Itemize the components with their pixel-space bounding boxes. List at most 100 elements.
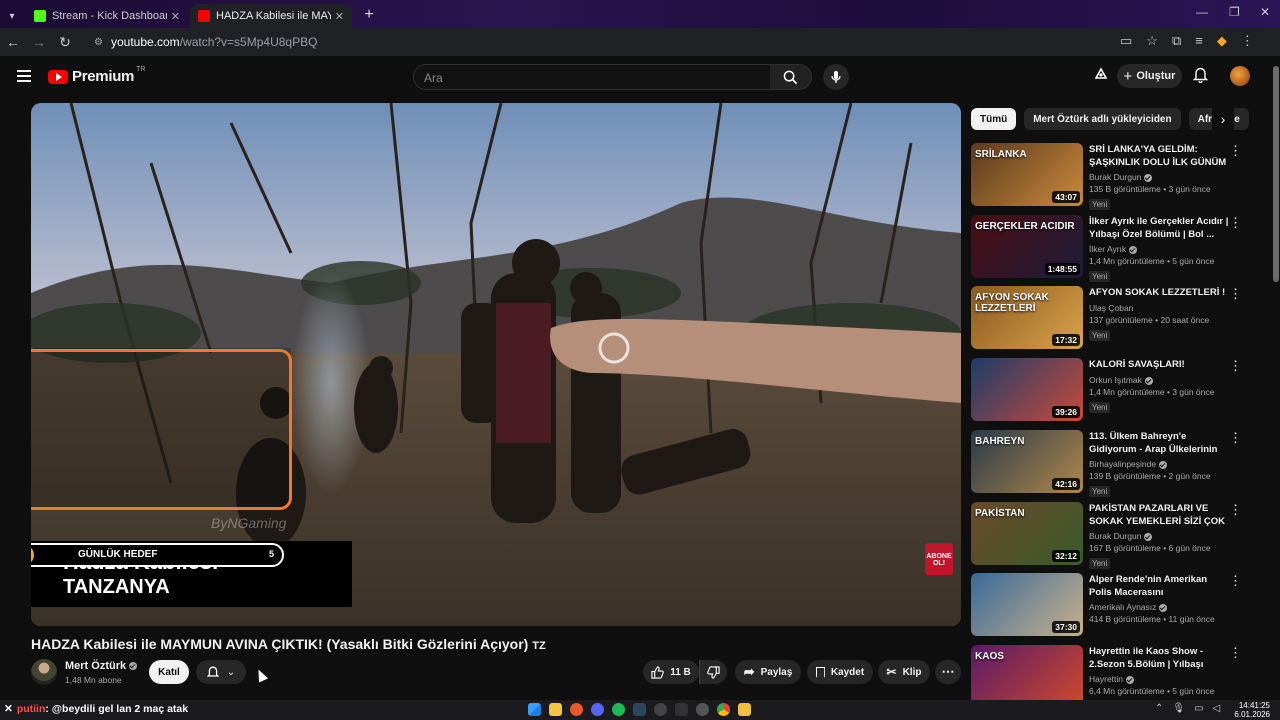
- tab-search-button[interactable]: ▾: [0, 4, 24, 28]
- video-thumbnail[interactable]: 37:30: [971, 573, 1083, 636]
- recommendation-channel[interactable]: Burak Durgun: [1089, 172, 1231, 182]
- close-tab-icon[interactable]: ✕: [171, 10, 180, 23]
- address-bar[interactable]: ⚙ youtube.com/watch?v=s5Mp4U8qPBQ: [84, 31, 1104, 53]
- subscription-bell-button[interactable]: ⌄: [196, 660, 246, 684]
- video-thumbnail[interactable]: BAHREYN 42:16: [971, 430, 1083, 493]
- tray-network-icon[interactable]: ▭: [1194, 703, 1203, 714]
- recommendation-item[interactable]: SRİLANKA 43:07 SRİ LANKA'YA GELDİM: ŞAŞKIN…: [971, 143, 1271, 210]
- recommendation-title[interactable]: 113. Ülkem Bahreyn'e Gidiyorum - Arap Ül…: [1089, 430, 1231, 456]
- scrollbar-thumb[interactable]: [1273, 66, 1279, 282]
- app-icon-11[interactable]: [738, 703, 751, 716]
- clock[interactable]: 14:41:25 6.01.2026: [1230, 701, 1270, 719]
- forward-icon[interactable]: →: [26, 34, 52, 50]
- more-options-icon[interactable]: ⋮: [1229, 573, 1242, 589]
- more-options-icon[interactable]: ⋮: [1229, 143, 1242, 159]
- save-button[interactable]: Kaydet: [807, 660, 873, 684]
- clip-button[interactable]: ✂ Klip: [878, 660, 930, 684]
- recommendation-channel[interactable]: Orkun Işıtmak: [1089, 375, 1231, 385]
- create-button[interactable]: + Oluştur: [1117, 64, 1182, 88]
- video-thumbnail[interactable]: 39:26: [971, 358, 1083, 421]
- like-button[interactable]: 11 B: [643, 660, 699, 684]
- app-icon-9[interactable]: [696, 703, 709, 716]
- tab-kick-dashboard[interactable]: Stream - Kick Dashboard - ✕: [26, 4, 188, 28]
- more-actions-button[interactable]: ⋯: [935, 660, 961, 684]
- tray-chevron-icon[interactable]: ⌃: [1155, 703, 1163, 714]
- video-thumbnail[interactable]: SRİLANKA 43:07: [971, 143, 1083, 206]
- recommendation-channel[interactable]: Hayrettin: [1089, 674, 1231, 684]
- voice-search-button[interactable]: [823, 64, 849, 90]
- recommendation-item[interactable]: 37:30 Alper Rende'nin Amerikan Polis Mace…: [971, 573, 1271, 637]
- app-icon-8[interactable]: [675, 703, 688, 716]
- steam-icon[interactable]: [633, 703, 646, 716]
- account-avatar[interactable]: [1230, 66, 1250, 86]
- share-button[interactable]: ➦ Paylaş: [735, 660, 801, 684]
- restore-icon[interactable]: ❐: [1229, 5, 1240, 19]
- cast-icon[interactable]: ▭: [1120, 33, 1132, 49]
- chips-next-icon[interactable]: ›: [1212, 108, 1234, 130]
- recommendation-item[interactable]: GERÇEKLER ACIDIR 1:48:55 İlker Ayrık ile G…: [971, 215, 1271, 282]
- recommendation-item[interactable]: PAKİSTAN 32:12 PAKİSTAN PAZARLARI VE SOKAK…: [971, 502, 1271, 569]
- channel-avatar[interactable]: [31, 659, 57, 685]
- join-button[interactable]: Katıl: [149, 660, 189, 684]
- more-options-icon[interactable]: ⋮: [1229, 286, 1242, 302]
- more-options-icon[interactable]: ⋮: [1229, 430, 1242, 446]
- recommendation-channel[interactable]: Burak Durgun: [1089, 531, 1231, 541]
- video-thumbnail[interactable]: AFYON SOKAK LEZZETLERİ 17:32: [971, 286, 1083, 349]
- recommendation-item[interactable]: BAHREYN 42:16 113. Ülkem Bahreyn'e Gidiyor…: [971, 430, 1271, 497]
- video-thumbnail[interactable]: PAKİSTAN 32:12: [971, 502, 1083, 565]
- recommendation-title[interactable]: AFYON SOKAK LEZZETLERİ !: [1089, 286, 1231, 300]
- premium-cast-icon[interactable]: [1093, 66, 1109, 87]
- tray-mic-icon[interactable]: 🎙: [1172, 703, 1185, 714]
- recommendation-title[interactable]: Hayrettin ile Kaos Show - 2.Sezon 5.Bölü…: [1089, 645, 1231, 671]
- chip-all[interactable]: Tümü: [971, 108, 1017, 130]
- recommendation-item[interactable]: 39:26 KALORİ SAVAŞLARI! Orkun Işıtmak 1,4 …: [971, 358, 1271, 422]
- youtube-logo[interactable]: Premium TR: [48, 66, 145, 85]
- search-input[interactable]: Ara: [413, 64, 771, 90]
- media-icon[interactable]: ≡: [1195, 33, 1203, 49]
- app-icon-3[interactable]: [570, 703, 583, 716]
- close-tab-icon[interactable]: ✕: [335, 10, 344, 23]
- site-info-icon[interactable]: ⚙: [94, 37, 103, 48]
- more-options-icon[interactable]: ⋮: [1229, 645, 1242, 661]
- video-thumbnail[interactable]: KAOS: [971, 645, 1083, 708]
- tray-volume-icon[interactable]: ◁: [1213, 703, 1221, 714]
- recommendation-title[interactable]: SRİ LANKA'YA GELDİM: ŞAŞKINLIK DOLU İLK …: [1089, 143, 1231, 169]
- recommendation-channel[interactable]: Ulaş Çoban: [1089, 303, 1231, 313]
- recommendation-channel[interactable]: Amerikalı Aynasız: [1089, 602, 1231, 612]
- chip-from-uploader[interactable]: Mert Öztürk adlı yükleyiciden: [1024, 108, 1181, 130]
- tab-youtube[interactable]: HADZA Kabilesi ile MAYMUN AV ✕: [190, 4, 352, 28]
- recommendation-info: Alper Rende'nin Amerikan Polis Macerasın…: [1089, 573, 1231, 624]
- recommendation-title[interactable]: PAKİSTAN PAZARLARI VE SOKAK YEMEKLERİ Sİ…: [1089, 502, 1231, 528]
- close-window-icon[interactable]: ✕: [1260, 5, 1270, 19]
- windows-start-icon[interactable]: [528, 703, 541, 716]
- new-tab-button[interactable]: +: [358, 4, 380, 26]
- more-options-icon[interactable]: ⋮: [1229, 502, 1242, 518]
- profile-extension-icon[interactable]: ◆: [1217, 33, 1227, 49]
- channel-name[interactable]: Mert Öztürk: [65, 660, 138, 672]
- search-button[interactable]: [770, 64, 812, 90]
- minimize-icon[interactable]: —: [1196, 5, 1208, 19]
- more-options-icon[interactable]: ⋮: [1229, 215, 1242, 231]
- recommendation-channel[interactable]: İlker Ayrık: [1089, 244, 1231, 254]
- notifications-bell-icon[interactable]: [1192, 66, 1209, 88]
- file-explorer-icon[interactable]: [549, 703, 562, 716]
- discord-icon[interactable]: [591, 703, 604, 716]
- dislike-button[interactable]: [699, 660, 727, 684]
- more-options-icon[interactable]: ⋮: [1229, 358, 1242, 374]
- menu-icon[interactable]: [17, 70, 31, 82]
- bookmark-star-icon[interactable]: ☆: [1146, 33, 1158, 49]
- recommendation-channel[interactable]: Birhayalinpeşinde: [1089, 459, 1231, 469]
- chrome-icon[interactable]: [717, 703, 730, 716]
- reload-icon[interactable]: ↻: [52, 34, 78, 51]
- video-thumbnail[interactable]: GERÇEKLER ACIDIR 1:48:55: [971, 215, 1083, 278]
- recommendation-title[interactable]: Alper Rende'nin Amerikan Polis Macerasın…: [1089, 573, 1231, 599]
- recommendation-title[interactable]: KALORİ SAVAŞLARI!: [1089, 358, 1231, 372]
- recommendation-item[interactable]: AFYON SOKAK LEZZETLERİ 17:32 AFYON SOKAK L…: [971, 286, 1271, 350]
- video-player[interactable]: ByNGaming Hadza Kabilesi TANZANYA 1 GÜNL…: [31, 103, 961, 626]
- obs-icon[interactable]: [654, 703, 667, 716]
- browser-menu-icon[interactable]: ⋮: [1241, 33, 1254, 49]
- extensions-icon[interactable]: ⧉: [1172, 33, 1181, 49]
- back-icon[interactable]: ←: [0, 34, 26, 50]
- recommendation-title[interactable]: İlker Ayrık ile Gerçekler Acıdır | Yılba…: [1089, 215, 1231, 241]
- spotify-icon[interactable]: [612, 703, 625, 716]
